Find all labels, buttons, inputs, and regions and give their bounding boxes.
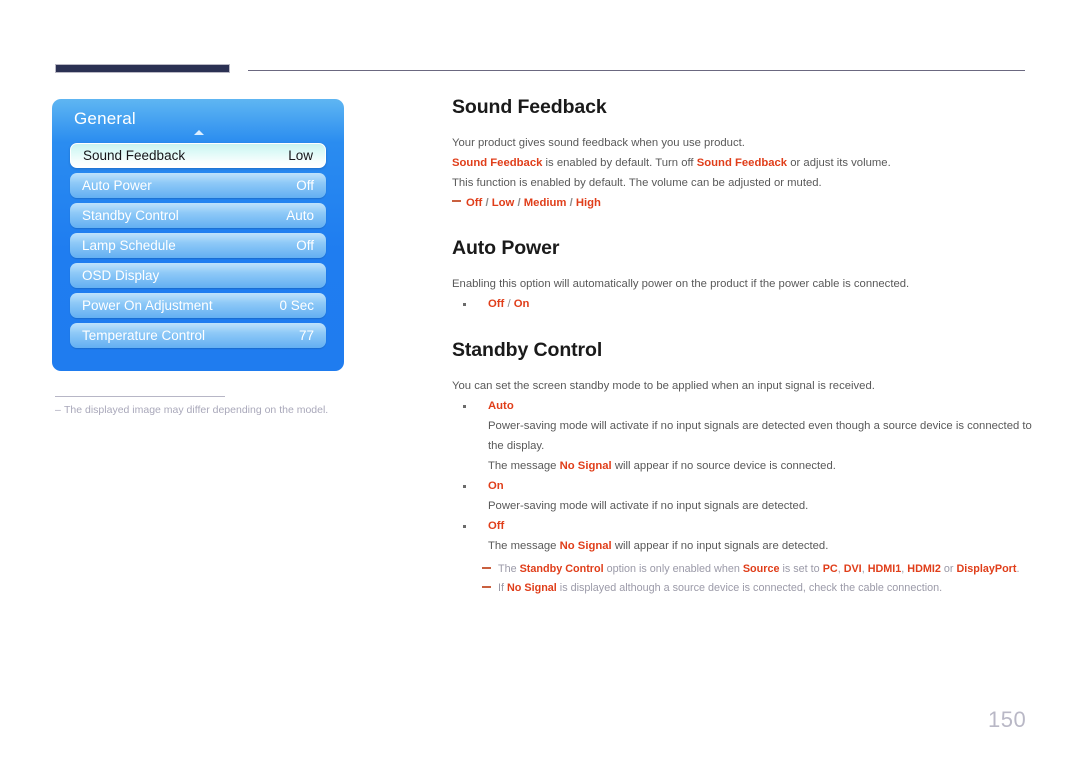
standby-off-desc-1-end: will appear if no input signals are dete… bbox=[611, 540, 829, 552]
standby-control-line-1: You can set the screen standby mode to b… bbox=[452, 380, 875, 392]
image-disclaimer-text: The displayed image may differ depending… bbox=[64, 404, 329, 416]
manual-content-column: Sound Feedback Your product gives sound … bbox=[452, 96, 1032, 598]
chevron-up-icon bbox=[194, 130, 204, 135]
option-separator: / bbox=[482, 197, 492, 209]
term-source: Source bbox=[742, 563, 780, 575]
osd-item-label: Sound Feedback bbox=[83, 148, 186, 163]
option-separator: / bbox=[504, 298, 514, 310]
term-hdmi2: HDMI2 bbox=[907, 563, 941, 575]
term-no-signal: No Signal bbox=[559, 460, 612, 472]
sound-feedback-line-3: This function is enabled by default. The… bbox=[452, 177, 822, 189]
option-on: On bbox=[513, 298, 530, 310]
standby-auto-desc-1: Power-saving mode will activate if no in… bbox=[488, 420, 1032, 452]
section-auto-power: Auto Power Enabling this option will aut… bbox=[452, 237, 1032, 314]
osd-item-value: Off bbox=[296, 238, 314, 253]
page-number: 150 bbox=[988, 707, 1027, 732]
section-title-sound-feedback: Sound Feedback bbox=[452, 96, 607, 118]
osd-item-label: Auto Power bbox=[82, 178, 152, 193]
standby-option-auto: Auto bbox=[452, 396, 1032, 416]
section-title-standby-control: Standby Control bbox=[452, 339, 603, 361]
osd-item-value: 0 Sec bbox=[279, 298, 314, 313]
term-no-signal: No Signal bbox=[559, 540, 612, 552]
osd-item-sound-feedback[interactable]: Sound Feedback Low bbox=[70, 143, 326, 168]
osd-item-value: Auto bbox=[286, 208, 314, 223]
term-sound-feedback: Sound Feedback bbox=[452, 157, 543, 169]
option-on-label: On bbox=[488, 480, 504, 492]
standby-note-1-or: or bbox=[940, 563, 957, 575]
standby-note-2-start: If bbox=[498, 582, 507, 594]
standby-option-off: Off bbox=[452, 516, 1032, 536]
standby-auto-desc-2-start: The message bbox=[488, 460, 560, 472]
term-dvi: DVI bbox=[843, 563, 862, 575]
standby-auto-desc-2-end: will appear if no source device is conne… bbox=[611, 460, 836, 472]
auto-power-options: Off / On bbox=[452, 294, 1032, 314]
term-pc: PC bbox=[822, 563, 838, 575]
option-auto-label: Auto bbox=[488, 400, 514, 412]
osd-item-value: Off bbox=[296, 178, 314, 193]
osd-menu-panel: General Sound Feedback Low Auto Power Of… bbox=[52, 99, 344, 371]
osd-menu-list: Sound Feedback Low Auto Power Off Standb… bbox=[70, 143, 326, 353]
osd-item-standby-control[interactable]: Standby Control Auto bbox=[70, 203, 326, 228]
standby-off-desc-1-start: The message bbox=[488, 540, 560, 552]
term-sound-feedback: Sound Feedback bbox=[696, 157, 788, 169]
footnote-divider bbox=[55, 396, 225, 397]
sound-feedback-line-2-mid: is enabled by default. Turn off bbox=[542, 157, 697, 169]
standby-note-2: If No Signal is displayed although a sou… bbox=[452, 579, 1032, 598]
osd-panel-title: General bbox=[74, 109, 136, 128]
osd-item-osd-display[interactable]: OSD Display bbox=[70, 263, 326, 288]
option-high: High bbox=[575, 197, 601, 209]
standby-note-1-p3: is set to bbox=[779, 563, 823, 575]
standby-note-1-p2: option is only enabled when bbox=[603, 563, 743, 575]
image-disclaimer-note: ‒ The displayed image may differ dependin… bbox=[55, 404, 385, 416]
term-no-signal: No Signal bbox=[507, 582, 557, 594]
term-standby-control: Standby Control bbox=[519, 563, 604, 575]
standby-note-2-end: is displayed although a source device is… bbox=[556, 582, 943, 594]
option-separator: / bbox=[566, 197, 576, 209]
standby-note-1-p1: The bbox=[498, 563, 520, 575]
sound-feedback-line-1: Your product gives sound feedback when y… bbox=[452, 137, 745, 149]
osd-item-power-on-adjustment[interactable]: Power On Adjustment 0 Sec bbox=[70, 293, 326, 318]
standby-auto-desc-2: The message No Signal will appear if no … bbox=[452, 456, 1032, 476]
sound-feedback-options: Off / Low / Medium / High bbox=[452, 193, 1032, 213]
option-off: Off bbox=[488, 298, 505, 310]
sound-feedback-line-2: Sound Feedback is enabled by default. Tu… bbox=[452, 153, 1032, 173]
standby-note-1: The Standby Control option is only enabl… bbox=[452, 560, 1032, 579]
standby-note-1-end: . bbox=[1016, 563, 1020, 575]
header-accent-bar bbox=[55, 64, 230, 73]
standby-off-desc-1: The message No Signal will appear if no … bbox=[452, 536, 1032, 556]
header-rule bbox=[248, 70, 1025, 71]
osd-item-label: Temperature Control bbox=[82, 328, 206, 343]
option-low: Low bbox=[491, 197, 515, 209]
osd-item-lamp-schedule[interactable]: Lamp Schedule Off bbox=[70, 233, 326, 258]
osd-item-value: 77 bbox=[298, 328, 314, 343]
standby-on-desc-1: Power-saving mode will activate if no in… bbox=[488, 500, 809, 512]
section-standby-control: Standby Control You can set the screen s… bbox=[452, 339, 1032, 598]
option-medium: Medium bbox=[523, 197, 567, 209]
sound-feedback-line-2-end: or adjust its volume. bbox=[787, 157, 891, 169]
term-hdmi1: HDMI1 bbox=[867, 563, 902, 575]
term-displayport: DisplayPort bbox=[956, 563, 1017, 575]
osd-item-label: OSD Display bbox=[82, 268, 160, 283]
osd-item-auto-power[interactable]: Auto Power Off bbox=[70, 173, 326, 198]
dash-bullet-icon: ‒ bbox=[55, 404, 61, 416]
osd-item-value: Low bbox=[288, 148, 313, 163]
option-off-label: Off bbox=[488, 520, 505, 532]
osd-item-label: Power On Adjustment bbox=[82, 298, 213, 313]
standby-option-on: On bbox=[452, 476, 1032, 496]
auto-power-line-1: Enabling this option will automatically … bbox=[452, 278, 910, 290]
osd-item-label: Lamp Schedule bbox=[82, 238, 176, 253]
osd-item-temperature-control[interactable]: Temperature Control 77 bbox=[70, 323, 326, 348]
section-title-auto-power: Auto Power bbox=[452, 237, 560, 259]
osd-item-label: Standby Control bbox=[82, 208, 179, 223]
option-separator: / bbox=[514, 197, 524, 209]
option-off: Off bbox=[466, 197, 483, 209]
section-sound-feedback: Sound Feedback Your product gives sound … bbox=[452, 96, 1032, 213]
